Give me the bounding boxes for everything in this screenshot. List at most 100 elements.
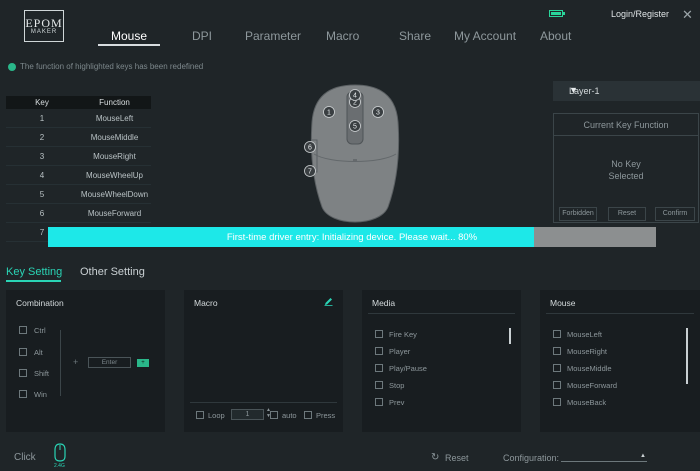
ctrl-checkbox[interactable] bbox=[19, 326, 27, 334]
combination-panel: Combination Ctrl Alt Shift Win + Enter + bbox=[6, 290, 165, 432]
reset-key-button[interactable]: Reset bbox=[608, 207, 646, 221]
redefined-keys-notice: The function of highlighted keys has bee… bbox=[20, 62, 204, 71]
confirm-button[interactable]: Confirm bbox=[655, 207, 695, 221]
no-key-line2: Selected bbox=[608, 171, 644, 181]
auto-label: auto bbox=[282, 411, 297, 420]
media-checkbox[interactable] bbox=[375, 398, 383, 406]
media-divider bbox=[368, 313, 515, 314]
mouse-panel-divider bbox=[546, 313, 694, 314]
logo-text: EPOM bbox=[25, 16, 63, 30]
configuration-dropdown-icon[interactable]: ▲ bbox=[640, 453, 646, 459]
auto-checkbox[interactable] bbox=[270, 411, 278, 419]
tab-dpi[interactable]: DPI bbox=[192, 29, 212, 43]
key-number: 2 bbox=[39, 132, 45, 142]
mouse-button-label: 1 bbox=[327, 110, 331, 117]
loop-count-input[interactable]: 1 bbox=[231, 409, 264, 420]
media-item-label[interactable]: Prev bbox=[389, 398, 404, 407]
add-combination-button[interactable]: + bbox=[137, 359, 149, 367]
table-row[interactable]: 5 MouseWheelDown bbox=[6, 185, 151, 204]
media-checkbox[interactable] bbox=[375, 347, 383, 355]
wireless-mode-label: 2.4G bbox=[54, 463, 65, 469]
no-key-selected-text: No Key Selected bbox=[554, 158, 698, 182]
key-number: 1 bbox=[39, 113, 45, 123]
media-item-label[interactable]: Fire Key bbox=[389, 330, 417, 339]
combination-divider bbox=[60, 330, 61, 396]
key-function: MouseMiddle bbox=[90, 132, 139, 142]
media-checkbox[interactable] bbox=[375, 330, 383, 338]
click-label: Click bbox=[14, 452, 36, 463]
macro-divider bbox=[190, 402, 337, 403]
mouse-panel-scrollbar[interactable] bbox=[686, 328, 688, 384]
tab-other-setting[interactable]: Other Setting bbox=[80, 266, 145, 278]
table-row[interactable]: 2 MouseMiddle bbox=[6, 128, 151, 147]
key-function: MouseRight bbox=[93, 151, 136, 161]
close-icon[interactable]: ✕ bbox=[682, 7, 693, 23]
tab-key-setting[interactable]: Key Setting bbox=[6, 266, 62, 278]
mouse-illustration: 1 2 3 4 5 6 7 bbox=[304, 84, 400, 223]
media-item-label[interactable]: Player bbox=[389, 347, 410, 356]
key-function-table: Key Function 1 MouseLeft 2 MouseMiddle 3 Mo… bbox=[6, 96, 151, 242]
alt-checkbox[interactable] bbox=[19, 348, 27, 356]
tab-share[interactable]: Share bbox=[399, 29, 431, 43]
edit-icon[interactable] bbox=[324, 297, 333, 306]
media-checkbox[interactable] bbox=[375, 381, 383, 389]
media-checkbox[interactable] bbox=[375, 364, 383, 372]
reset-button[interactable]: Reset bbox=[445, 453, 469, 463]
media-item-label[interactable]: Stop bbox=[389, 381, 404, 390]
win-checkbox[interactable] bbox=[19, 390, 27, 398]
battery-icon bbox=[549, 10, 565, 17]
layer-select[interactable]: Layer-1 ▼ bbox=[553, 81, 700, 101]
mouse-function-checkbox[interactable] bbox=[553, 330, 561, 338]
table-row[interactable]: 1 MouseLeft bbox=[6, 109, 151, 128]
key-number: 4 bbox=[39, 170, 45, 180]
progress-text: First-time driver entry: Initializing de… bbox=[226, 232, 478, 243]
mouse-connection-icon bbox=[54, 443, 66, 462]
media-item-label[interactable]: Play/Pause bbox=[389, 364, 427, 373]
win-label: Win bbox=[34, 390, 47, 399]
mouse-function-label[interactable]: MouseMiddle bbox=[567, 364, 612, 373]
tab-about[interactable]: About bbox=[540, 29, 571, 43]
key-function: MouseWheelDown bbox=[80, 189, 149, 199]
mouse-function-label[interactable]: MouseRight bbox=[567, 347, 607, 356]
combination-title: Combination bbox=[16, 298, 64, 308]
press-checkbox[interactable] bbox=[304, 411, 312, 419]
mouse-function-checkbox[interactable] bbox=[553, 364, 561, 372]
shift-checkbox[interactable] bbox=[19, 369, 27, 377]
mouse-function-panel: Mouse MouseLeft MouseRight MouseMiddle M… bbox=[540, 290, 700, 432]
media-scrollbar[interactable] bbox=[509, 328, 511, 344]
ctrl-label: Ctrl bbox=[34, 326, 46, 335]
tab-my-account[interactable]: My Account bbox=[454, 29, 516, 43]
table-header: Key Function bbox=[6, 96, 151, 109]
mouse-function-checkbox[interactable] bbox=[553, 347, 561, 355]
mouse-button-label: 3 bbox=[376, 110, 380, 117]
current-key-title: Current Key Function bbox=[554, 114, 698, 136]
tab-mouse[interactable]: Mouse bbox=[111, 29, 147, 43]
key-enter-input[interactable]: Enter bbox=[88, 357, 131, 368]
key-number: 3 bbox=[39, 151, 45, 161]
table-row[interactable]: 4 MouseWheelUp bbox=[6, 166, 151, 185]
reset-icon[interactable]: ↻ bbox=[431, 452, 439, 463]
epom-maker-logo: EPOM MAKER bbox=[24, 10, 64, 42]
login-register-link[interactable]: Login/Register bbox=[611, 9, 669, 19]
column-header-function: Function bbox=[99, 98, 130, 107]
tab-macro[interactable]: Macro bbox=[326, 29, 359, 43]
configuration-select[interactable] bbox=[561, 461, 647, 462]
mouse-panel-title: Mouse bbox=[550, 298, 576, 308]
key-number: 6 bbox=[39, 208, 45, 218]
column-header-key: Key bbox=[35, 98, 49, 107]
loop-label: Loop bbox=[208, 411, 225, 420]
mouse-button-label: 5 bbox=[353, 124, 357, 131]
table-row[interactable]: 3 MouseRight bbox=[6, 147, 151, 166]
loop-checkbox[interactable] bbox=[196, 411, 204, 419]
key-function: MouseLeft bbox=[95, 113, 134, 123]
mouse-function-checkbox[interactable] bbox=[553, 381, 561, 389]
tab-parameter[interactable]: Parameter bbox=[245, 29, 301, 43]
mouse-function-label[interactable]: MouseBack bbox=[567, 398, 606, 407]
mouse-function-label[interactable]: MouseLeft bbox=[567, 330, 602, 339]
initialization-progress-bar: First-time driver entry: Initializing de… bbox=[48, 227, 656, 247]
mouse-function-label[interactable]: MouseForward bbox=[567, 381, 617, 390]
current-key-function-panel: Current Key Function No Key Selected For… bbox=[553, 113, 699, 223]
table-row[interactable]: 6 MouseForward bbox=[6, 204, 151, 223]
mouse-function-checkbox[interactable] bbox=[553, 398, 561, 406]
forbidden-button[interactable]: Forbidden bbox=[559, 207, 597, 221]
